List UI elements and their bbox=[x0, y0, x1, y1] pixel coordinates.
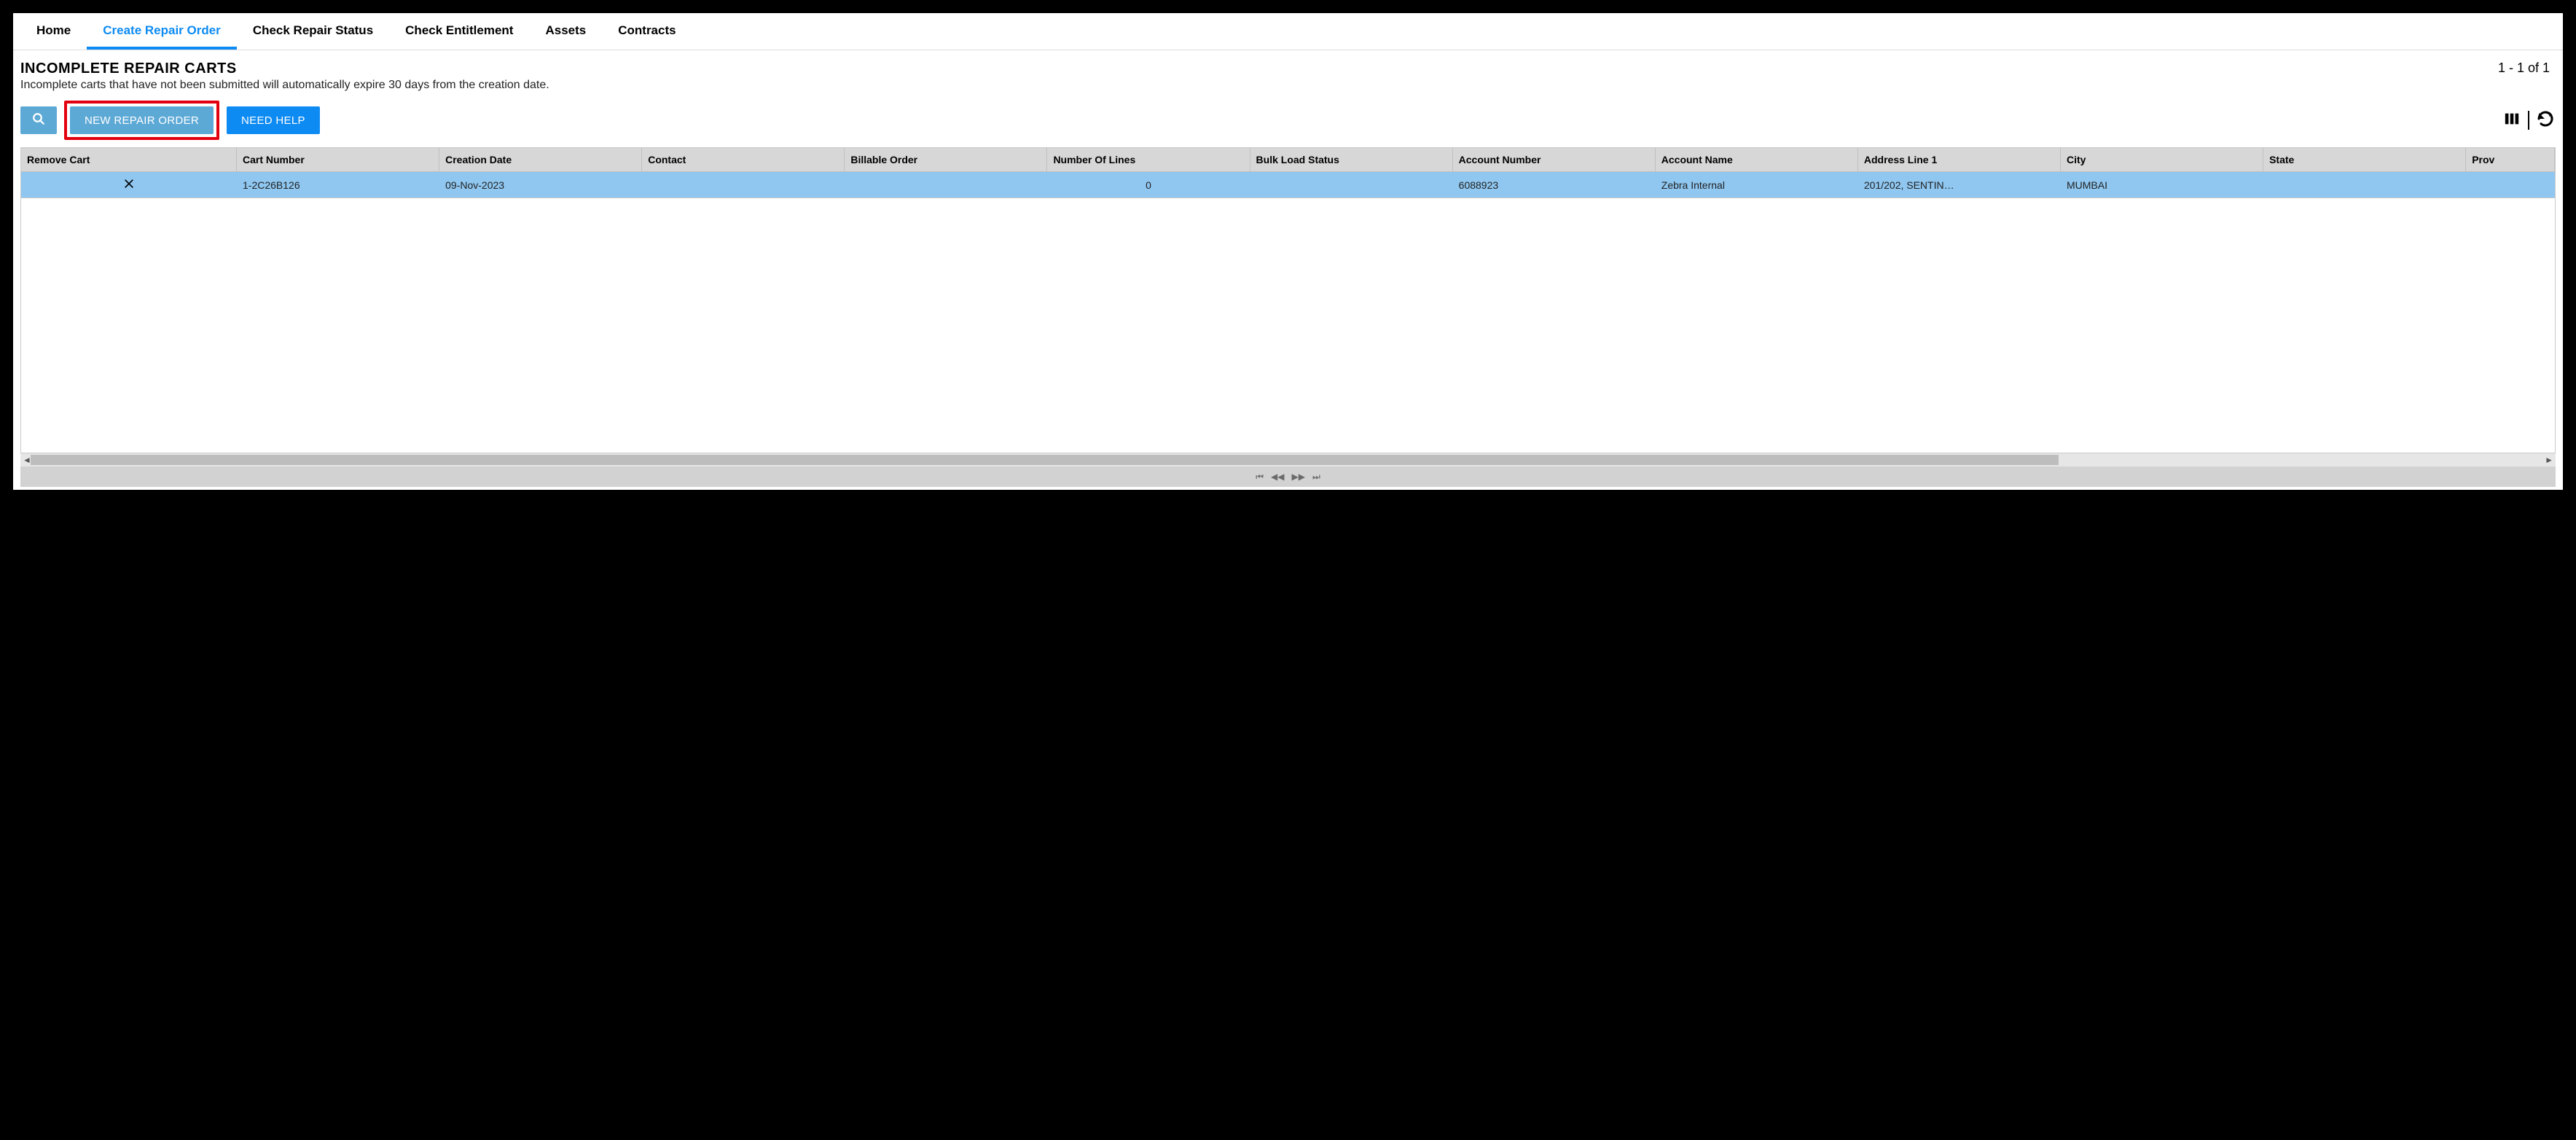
pager-info: 1 - 1 of 1 bbox=[2498, 60, 2550, 76]
col-cart-number[interactable]: Cart Number bbox=[237, 148, 439, 172]
nav-tab-check-entitlement[interactable]: Check Entitlement bbox=[389, 13, 529, 50]
col-address-line-1[interactable]: Address Line 1 bbox=[1857, 148, 2060, 172]
page-title: INCOMPLETE REPAIR CARTS bbox=[20, 60, 2556, 77]
remove-cart-cell[interactable] bbox=[21, 172, 237, 198]
search-button[interactable] bbox=[20, 106, 57, 134]
address-line-1-cell: 201/202, SENTIN… bbox=[1857, 172, 2060, 198]
col-account-number[interactable]: Account Number bbox=[1452, 148, 1655, 172]
search-icon bbox=[32, 112, 45, 128]
pager-prev-icon[interactable]: ◀◀ bbox=[1271, 472, 1284, 482]
new-repair-order-highlight: NEW REPAIR ORDER bbox=[64, 101, 219, 140]
pager-last-icon[interactable]: ⏭ bbox=[1312, 472, 1320, 483]
app-window: Home Create Repair Order Check Repair St… bbox=[13, 13, 2563, 490]
col-state[interactable]: State bbox=[2263, 148, 2466, 172]
nav-tab-contracts[interactable]: Contracts bbox=[602, 13, 692, 50]
nav-tab-check-repair-status[interactable]: Check Repair Status bbox=[237, 13, 389, 50]
refresh-button[interactable] bbox=[2535, 110, 2556, 130]
col-city[interactable]: City bbox=[2060, 148, 2263, 172]
toolbar-right bbox=[2502, 110, 2556, 130]
pager-first-icon[interactable]: ⏮ bbox=[1256, 472, 1264, 483]
table-header-row: Remove Cart Cart Number Creation Date Co… bbox=[21, 148, 2555, 172]
prov-cell bbox=[2466, 172, 2555, 198]
table-container: Remove Cart Cart Number Creation Date Co… bbox=[13, 147, 2563, 198]
col-billable-order[interactable]: Billable Order bbox=[845, 148, 1047, 172]
city-cell: MUMBAI bbox=[2060, 172, 2263, 198]
col-bulk-load-status[interactable]: Bulk Load Status bbox=[1250, 148, 1452, 172]
table-row[interactable]: 1-2C26B126 09-Nov-2023 0 6088923 Zebra I… bbox=[21, 172, 2555, 198]
carts-grid: Remove Cart Cart Number Creation Date Co… bbox=[20, 147, 2556, 198]
page-subtitle: Incomplete carts that have not been subm… bbox=[20, 79, 2556, 92]
number-of-lines-cell: 0 bbox=[1047, 172, 1250, 198]
refresh-icon bbox=[2537, 110, 2554, 131]
billable-order-cell bbox=[845, 172, 1047, 198]
top-nav: Home Create Repair Order Check Repair St… bbox=[13, 13, 2563, 50]
col-prov[interactable]: Prov bbox=[2466, 148, 2555, 172]
scroll-right-arrow[interactable]: ► bbox=[2545, 455, 2553, 465]
col-remove-cart[interactable]: Remove Cart bbox=[21, 148, 237, 172]
horizontal-scrollbar[interactable]: ◄ ► bbox=[20, 453, 2556, 466]
contact-cell bbox=[642, 172, 845, 198]
state-cell bbox=[2263, 172, 2466, 198]
toolbar-divider bbox=[2528, 111, 2529, 130]
cart-number-cell[interactable]: 1-2C26B126 bbox=[237, 172, 439, 198]
new-repair-order-button[interactable]: NEW REPAIR ORDER bbox=[70, 106, 214, 134]
page-header: INCOMPLETE REPAIR CARTS Incomplete carts… bbox=[13, 50, 2563, 95]
columns-icon bbox=[2504, 111, 2520, 130]
pager-strip: ⏮ ◀◀ ▶▶ ⏭ bbox=[20, 466, 2556, 487]
scroll-left-arrow[interactable]: ◄ bbox=[23, 455, 31, 465]
toolbar: NEW REPAIR ORDER NEED HELP bbox=[13, 95, 2563, 147]
nav-tab-assets[interactable]: Assets bbox=[529, 13, 602, 50]
col-number-of-lines[interactable]: Number Of Lines bbox=[1047, 148, 1250, 172]
scroll-thumb[interactable] bbox=[31, 455, 2059, 465]
nav-tab-home[interactable]: Home bbox=[20, 13, 87, 50]
account-number-cell: 6088923 bbox=[1452, 172, 1655, 198]
close-icon bbox=[123, 180, 135, 192]
col-account-name[interactable]: Account Name bbox=[1655, 148, 1857, 172]
pager-next-icon[interactable]: ▶▶ bbox=[1292, 472, 1305, 482]
grid-empty-space bbox=[20, 198, 2556, 453]
columns-button[interactable] bbox=[2502, 110, 2522, 130]
col-creation-date[interactable]: Creation Date bbox=[439, 148, 642, 172]
bulk-load-status-cell bbox=[1250, 172, 1452, 198]
nav-tab-create-repair-order[interactable]: Create Repair Order bbox=[87, 13, 237, 50]
creation-date-cell: 09-Nov-2023 bbox=[439, 172, 642, 198]
need-help-button[interactable]: NEED HELP bbox=[227, 106, 320, 134]
col-contact[interactable]: Contact bbox=[642, 148, 845, 172]
account-name-cell: Zebra Internal bbox=[1655, 172, 1857, 198]
